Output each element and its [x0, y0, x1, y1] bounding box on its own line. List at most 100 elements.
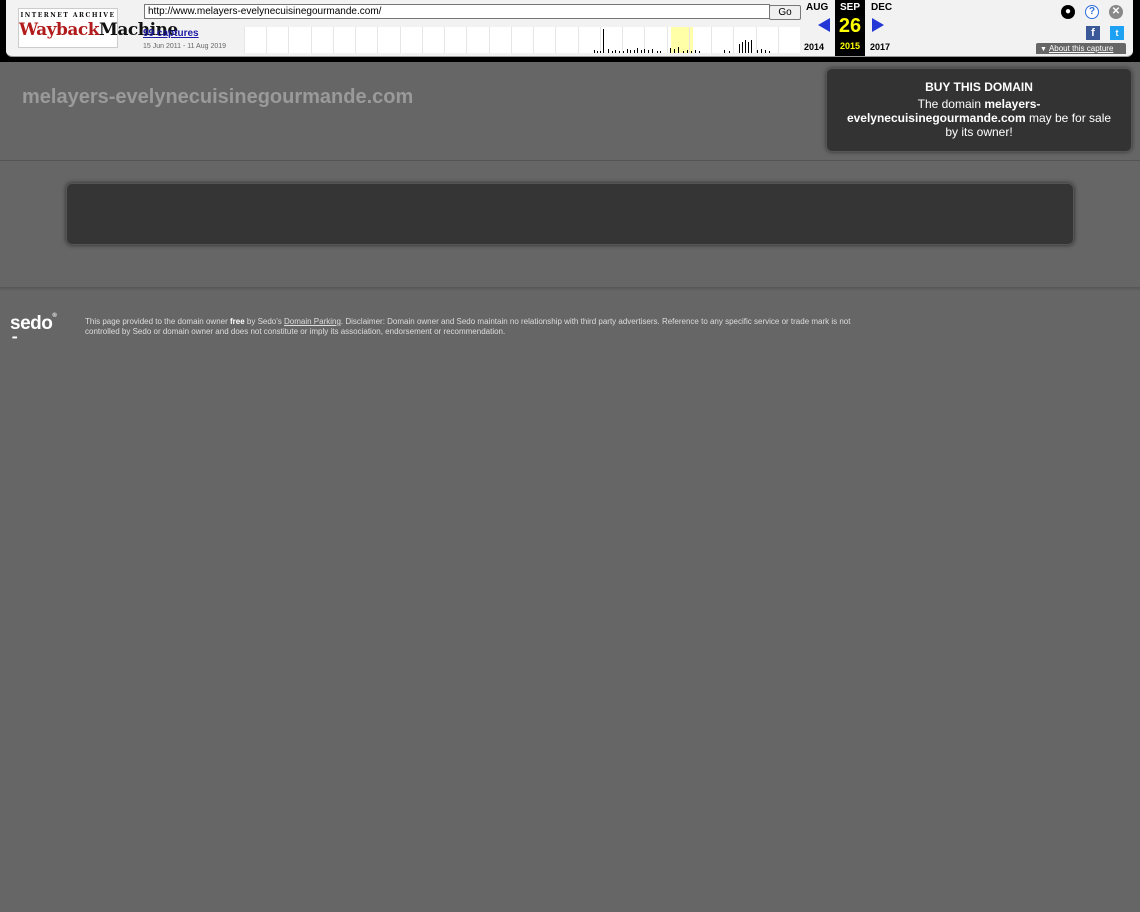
wayback-logo[interactable]: INTERNET ARCHIVE WaybackMachine: [18, 8, 178, 48]
capture-date-range: 15 Jun 2011 - 11 Aug 2019: [143, 43, 227, 50]
captures-link[interactable]: 99 captures: [143, 28, 199, 39]
sparkline-bar: [761, 49, 762, 53]
buy-domain-box[interactable]: BUY THIS DOMAIN The domain melayers-evel…: [826, 68, 1132, 152]
sparkline-bar: [748, 42, 749, 53]
sparkline-bar: [615, 50, 616, 53]
next-year-link[interactable]: 2017: [870, 42, 890, 52]
sparkline-bar: [608, 49, 609, 53]
sparkline-bar: [648, 50, 649, 53]
sparkline-bar: [751, 40, 752, 53]
sparkline-bar: [670, 48, 671, 53]
sparkline-month-divider: [288, 27, 289, 53]
footer-disclaimer: This page provided to the domain owner f…: [85, 317, 851, 336]
help-icon[interactable]: ?: [1085, 5, 1099, 19]
sparkline-bar: [600, 51, 601, 53]
sparkline-month-divider: [444, 27, 445, 53]
logo-internet-archive-text: INTERNET ARCHIVE: [20, 12, 116, 19]
buy-domain-text: The domain melayers-evelynecuisinegourma…: [846, 97, 1112, 139]
next-capture-arrow-icon[interactable]: [872, 18, 884, 32]
sparkline-bar: [729, 51, 730, 53]
sparkline-bar: [769, 51, 770, 53]
sparkline-month-divider: [422, 27, 423, 53]
sparkline-bar: [603, 29, 604, 53]
domain-parking-link[interactable]: Domain Parking: [284, 317, 341, 326]
sparkline-month-divider: [377, 27, 378, 53]
close-icon[interactable]: ✕: [1109, 5, 1123, 19]
sparkline-bar: [765, 50, 766, 53]
twitter-icon[interactable]: t: [1110, 26, 1124, 40]
go-button[interactable]: Go: [769, 5, 801, 20]
wayback-toolbar-panel: INTERNET ARCHIVE WaybackMachine http://w…: [6, 0, 1133, 57]
sparkline-bar: [674, 49, 675, 53]
triangle-down-icon: ▼: [1040, 46, 1047, 53]
sparkline-bar: [687, 50, 688, 53]
sparkline-month-divider: [355, 27, 356, 53]
sparkline-month-divider: [333, 27, 334, 53]
sparkline-month-divider: [711, 27, 712, 53]
sparkline-month-divider: [311, 27, 312, 53]
sparkline-bar: [660, 51, 661, 53]
content-band-edge: [0, 287, 1140, 291]
sparkline-bar: [612, 51, 613, 53]
sparkline-month-divider: [689, 27, 690, 53]
about-capture-label: About this capture: [1048, 44, 1114, 53]
sparkline-bar: [678, 47, 679, 53]
user-icon[interactable]: ●: [1061, 5, 1075, 19]
prev-year-link[interactable]: 2014: [804, 42, 824, 52]
sparkline-bar: [644, 49, 645, 53]
current-month: SEP: [839, 2, 860, 13]
prev-month-link[interactable]: AUG: [806, 2, 828, 13]
current-year: 2015: [839, 41, 861, 51]
sparkline-bar: [652, 49, 653, 53]
sparkline-bar: [634, 50, 635, 53]
sparkline-bar: [630, 50, 631, 53]
sparkline-bar: [627, 49, 628, 53]
sparkline-month-divider: [622, 27, 623, 53]
sparkline-bar: [597, 51, 598, 53]
sedo-logo[interactable]: sedo® •••: [10, 313, 57, 342]
ad-content-box: [66, 183, 1074, 245]
sparkline-month-divider: [600, 27, 601, 53]
sparkline-month-divider: [244, 27, 245, 53]
facebook-icon[interactable]: f: [1086, 26, 1100, 40]
sparkline-bar: [641, 50, 642, 53]
logo-wayback-machine-text: WaybackMachine: [19, 20, 178, 40]
sparkline-bar: [637, 48, 638, 53]
capture-sparkline[interactable]: [244, 27, 800, 53]
sparkline-bar: [742, 42, 743, 53]
url-input[interactable]: http://www.melayers-evelynecuisinegourma…: [144, 4, 770, 19]
current-day: 26: [838, 15, 862, 37]
sparkline-bar: [724, 50, 725, 53]
sparkline-month-divider: [266, 27, 267, 53]
sparkline-bar: [623, 51, 624, 53]
sparkline-month-divider: [555, 27, 556, 53]
sparkline-month-divider: [400, 27, 401, 53]
sparkline-bar: [594, 50, 595, 53]
header-divider: [0, 160, 1140, 161]
sparkline-bar: [683, 51, 684, 53]
current-capture-date: SEP 26 2015: [835, 0, 865, 56]
sparkline-bar: [699, 51, 700, 53]
next-month-link[interactable]: DEC: [871, 2, 892, 13]
sparkline-month-divider: [466, 27, 467, 53]
sparkline-month-divider: [733, 27, 734, 53]
sparkline-month-divider: [778, 27, 779, 53]
sparkline-bar: [619, 51, 620, 53]
sedo-dots-icon: •••: [12, 335, 17, 342]
domain-title[interactable]: melayers-evelynecuisinegourmande.com: [22, 86, 413, 109]
buy-domain-title: BUY THIS DOMAIN: [925, 80, 1033, 94]
sparkline-month-divider: [511, 27, 512, 53]
sparkline-bar: [757, 50, 758, 53]
sparkline-month-divider: [533, 27, 534, 53]
sparkline-month-divider: [667, 27, 668, 53]
sparkline-month-divider: [489, 27, 490, 53]
sparkline-month-divider: [578, 27, 579, 53]
wayback-toolbar: INTERNET ARCHIVE WaybackMachine http://w…: [0, 0, 1140, 62]
sparkline-bar: [657, 51, 658, 53]
sparkline-bar: [745, 40, 746, 53]
sparkline-bar: [739, 44, 740, 53]
prev-capture-arrow-icon[interactable]: [818, 18, 830, 32]
sparkline-bar: [691, 51, 692, 53]
sparkline-bar: [695, 50, 696, 53]
about-capture-button[interactable]: ▼ About this capture: [1036, 43, 1126, 54]
